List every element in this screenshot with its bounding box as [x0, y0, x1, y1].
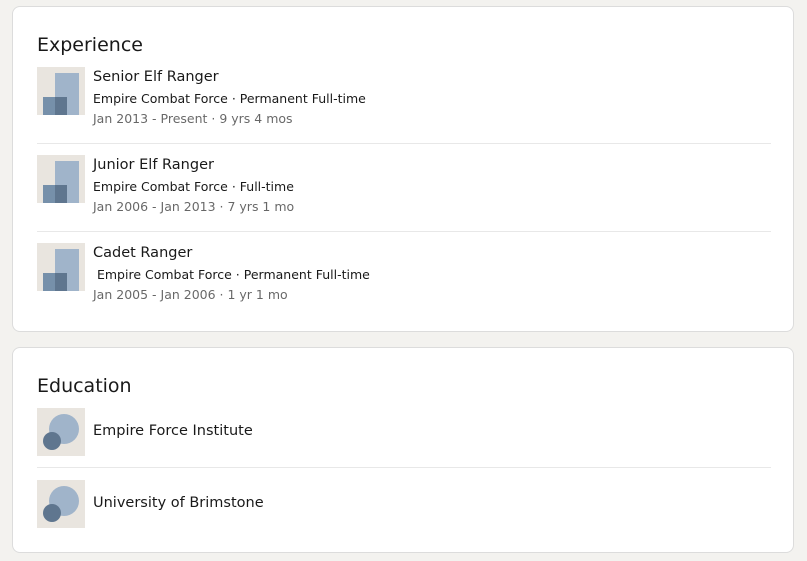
job-title[interactable]: Senior Elf Ranger [93, 67, 771, 87]
divider [37, 231, 771, 232]
school-logo-icon[interactable] [37, 480, 85, 528]
school-name[interactable]: Empire Force Institute [93, 421, 771, 441]
job-dates: Jan 2005 - Jan 2006 · 1 yr 1 mo [93, 287, 288, 302]
school-name[interactable]: University of Brimstone [93, 493, 771, 513]
education-section: Education Empire Force Institute Univers… [12, 347, 794, 553]
job-title[interactable]: Cadet Ranger [93, 243, 771, 263]
school-logo-icon[interactable] [37, 408, 85, 456]
education-title: Education [37, 375, 132, 397]
divider [37, 467, 771, 468]
company-name: Empire Combat Force · Full-time [93, 179, 294, 194]
job-title[interactable]: Junior Elf Ranger [93, 155, 771, 175]
company-logo-icon[interactable] [37, 155, 85, 203]
company-logo-icon[interactable] [37, 67, 85, 115]
company-name: Empire Combat Force · Permanent Full-tim… [93, 267, 370, 282]
experience-section: Experience Senior Elf Ranger Empire Comb… [12, 6, 794, 332]
job-dates: Jan 2006 - Jan 2013 · 7 yrs 1 mo [93, 199, 295, 214]
company-logo-icon[interactable] [37, 243, 85, 291]
experience-title: Experience [37, 34, 143, 56]
company-name: Empire Combat Force · Permanent Full-tim… [93, 91, 366, 106]
divider [37, 143, 771, 144]
job-dates: Jan 2013 - Present · 9 yrs 4 mos [93, 111, 293, 126]
